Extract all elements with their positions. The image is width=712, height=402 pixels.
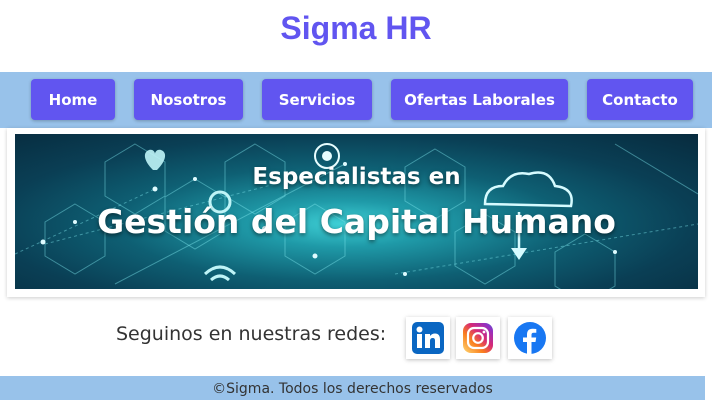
linkedin-icon[interactable] — [406, 317, 450, 359]
facebook-icon[interactable] — [508, 317, 552, 359]
footer: ©Sigma. Todos los derechos reservados — [0, 376, 705, 400]
social-label: Seguinos en nuestras redes: — [116, 323, 387, 345]
banner-subtitle: Especialistas en — [252, 164, 461, 190]
banner-title: Gestión del Capital Humano — [97, 202, 616, 241]
nav-ofertas-button[interactable]: Ofertas Laborales — [391, 79, 568, 120]
nav-bar: Home Nosotros Servicios Ofertas Laborale… — [0, 72, 712, 128]
footer-copyright: ©Sigma. Todos los derechos reservados — [212, 381, 493, 397]
nav-contacto-button[interactable]: Contacto — [587, 79, 693, 120]
banner-card: Especialistas en Gestión del Capital Hum… — [7, 128, 705, 297]
nav-servicios-button[interactable]: Servicios — [262, 79, 372, 120]
site-title: Sigma HR — [280, 10, 432, 46]
nav-home-button[interactable]: Home — [31, 79, 115, 120]
hero-banner: Especialistas en Gestión del Capital Hum… — [15, 134, 698, 289]
instagram-icon[interactable] — [456, 317, 500, 359]
nav-nosotros-button[interactable]: Nosotros — [134, 79, 243, 120]
